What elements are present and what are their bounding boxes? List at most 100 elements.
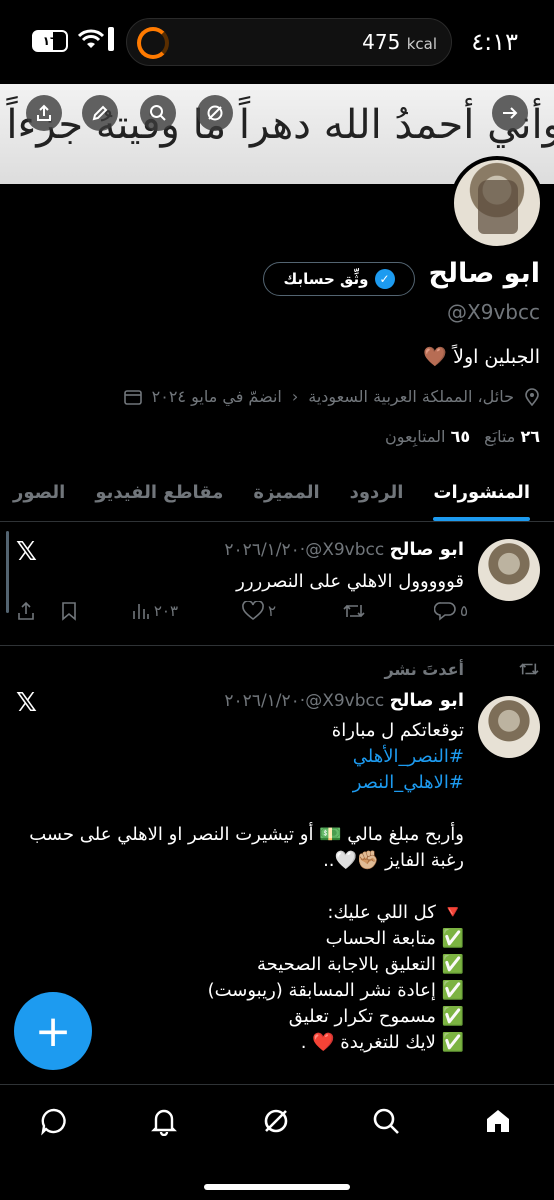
home-icon [487,1110,509,1132]
profile-tabs: المنشورات الردود المميزة مقاطع الفيديو ا… [0,470,554,522]
grok-button[interactable] [197,95,233,131]
rule-item: ✅ إعادة نشر المسابقة (ريبوست) [207,980,464,1001]
calendar-icon [123,389,142,405]
status-bar: ٤:١٣ 475 kcal ١٦ [0,0,554,84]
tweet-handle: @X9vbcc [305,540,385,560]
location-pin-icon [525,387,539,406]
views-button[interactable]: ٢٠٣ [130,601,178,621]
nav-grok[interactable] [256,1101,296,1141]
edit-button[interactable] [82,95,118,131]
follow-stats: ٢٦ متابَع ٦٥ المتابِعون [385,427,540,446]
search-button[interactable] [140,95,176,131]
activity-ring-icon [137,27,169,59]
x-logo-icon: 𝕏 [16,537,37,567]
compose-button[interactable]: + [14,992,92,1070]
tweet-author-name: ابو صالح [389,690,464,711]
views-icon [133,604,149,619]
verify-account-button[interactable]: ✓ وثِّق حسابك [263,262,415,296]
profile-location: حائل، المملكة العربية السعودية [308,387,514,406]
following-label: متابَع [484,427,516,446]
tweet-date: ٢٠٢٦/١/٢٠ [224,691,300,711]
tab-photos[interactable]: الصور [13,470,65,521]
tweet-header: ابو صالح @X9vbcc·٢٠٢٦/١/٢٠ [224,539,464,560]
battery-icon: ١٦ [32,30,68,52]
hashtag-link[interactable]: #الاهلي_النصر [24,770,464,796]
following-count: ٢٦ [520,427,540,446]
profile-joined: انضمّ في مايو ٢٠٢٤ [151,387,282,406]
nav-search[interactable] [366,1101,406,1141]
nav-messages[interactable] [34,1101,74,1141]
tweet-author-name: ابو صالح [389,539,464,560]
hashtag-link[interactable]: #النصر_الأهلي [24,744,464,770]
views-count: ٢٠٣ [153,602,178,620]
tweet-1[interactable]: ابو صالح @X9vbcc·٢٠٢٦/١/٢٠ 𝕏 قووووول الا… [0,523,554,643]
tab-posts[interactable]: المنشورات [433,470,530,521]
chat-bubble-icon [41,1108,66,1136]
bell-icon [151,1109,177,1136]
bookmark-button[interactable] [60,601,78,621]
tweet-handle: @X9vbcc [305,691,385,711]
reply-button[interactable]: ٥ [433,601,468,621]
retweet-icon [343,604,365,618]
search-icon [150,105,166,121]
chevron-left-icon: ‹ [291,387,299,406]
home-indicator [204,1184,350,1190]
tweet-header: ابو صالح @X9vbcc·٢٠٢٦/١/٢٠ [224,690,464,711]
profile-avatar[interactable] [450,156,544,250]
share-tweet-button[interactable] [16,601,36,621]
tab-videos[interactable]: مقاطع الفيديو [95,470,223,521]
plus-icon: + [34,1005,72,1057]
reply-count: ٥ [459,602,468,620]
search-icon [373,1108,399,1134]
calories-readout: 475 kcal [362,30,437,54]
tweet-text: قووووول الاهلي على النصرررر [236,571,464,592]
arrow-right-icon [503,107,518,119]
status-time: ٤:١٣ [471,28,518,56]
followers-count: ٦٥ [450,427,471,446]
retweet-button[interactable] [342,601,366,621]
tab-highlights[interactable]: المميزة [253,470,319,521]
followers-link[interactable]: ٦٥ المتابِعون [385,427,470,446]
like-button[interactable]: ٢ [242,601,276,621]
tweet-paragraph: وأربح مبلغ مالي 💵 أو تيشيرت النصر او الا… [29,824,464,871]
grok-icon [264,1109,288,1133]
tab-replies[interactable]: الردود [350,470,404,521]
battery-level: ١٦ [42,34,58,48]
bottom-nav [0,1084,554,1200]
wifi-icon [78,29,104,48]
rule-item: ✅ متابعة الحساب [325,928,464,949]
like-count: ٢ [267,602,276,620]
share-button[interactable] [26,95,62,131]
heart-icon [242,601,264,621]
tweet-avatar[interactable] [478,539,540,601]
following-link[interactable]: ٢٦ متابَع [484,427,540,446]
x-logo-icon: 𝕏 [16,688,37,718]
tweet-line: توقعاتكم ل مباراة [331,720,464,741]
rules-title: 🔻 كل اللي عليك: [327,902,464,923]
tweet-body: توقعاتكم ل مباراة #النصر_الأهلي #الاهلي_… [24,718,464,1056]
tweet-actions: ٥ ٢ ٢٠٣ [0,601,554,631]
verify-account-label: وثِّق حسابك [283,270,369,288]
repost-icon [478,660,540,682]
reposted-label: أعدتَ نشر [384,660,464,679]
signal-icon [108,27,114,51]
back-button[interactable] [492,95,528,131]
share-icon [37,104,51,121]
followers-label: المتابِعون [385,427,446,446]
calories-unit: kcal [406,35,437,53]
pencil-icon [92,105,108,121]
nav-notifications[interactable] [144,1101,184,1141]
tweet-date: ٢٠٢٦/١/٢٠ [224,540,300,560]
tweet-avatar[interactable] [478,696,540,758]
nav-home[interactable] [478,1101,518,1141]
profile-meta: حائل، المملكة العربية السعودية ‹ انضمّ ف… [123,387,540,406]
calories-value: 475 [362,30,401,54]
grok-icon [207,105,223,121]
profile-name: ابو صالح [428,258,540,289]
share-icon [18,601,34,620]
dynamic-island: 475 kcal [126,18,452,66]
verified-badge-icon: ✓ [374,269,395,289]
profile-handle: @X9vbcc [447,300,540,324]
profile-bio: الجبلين اولاً 🤎 [423,346,540,368]
